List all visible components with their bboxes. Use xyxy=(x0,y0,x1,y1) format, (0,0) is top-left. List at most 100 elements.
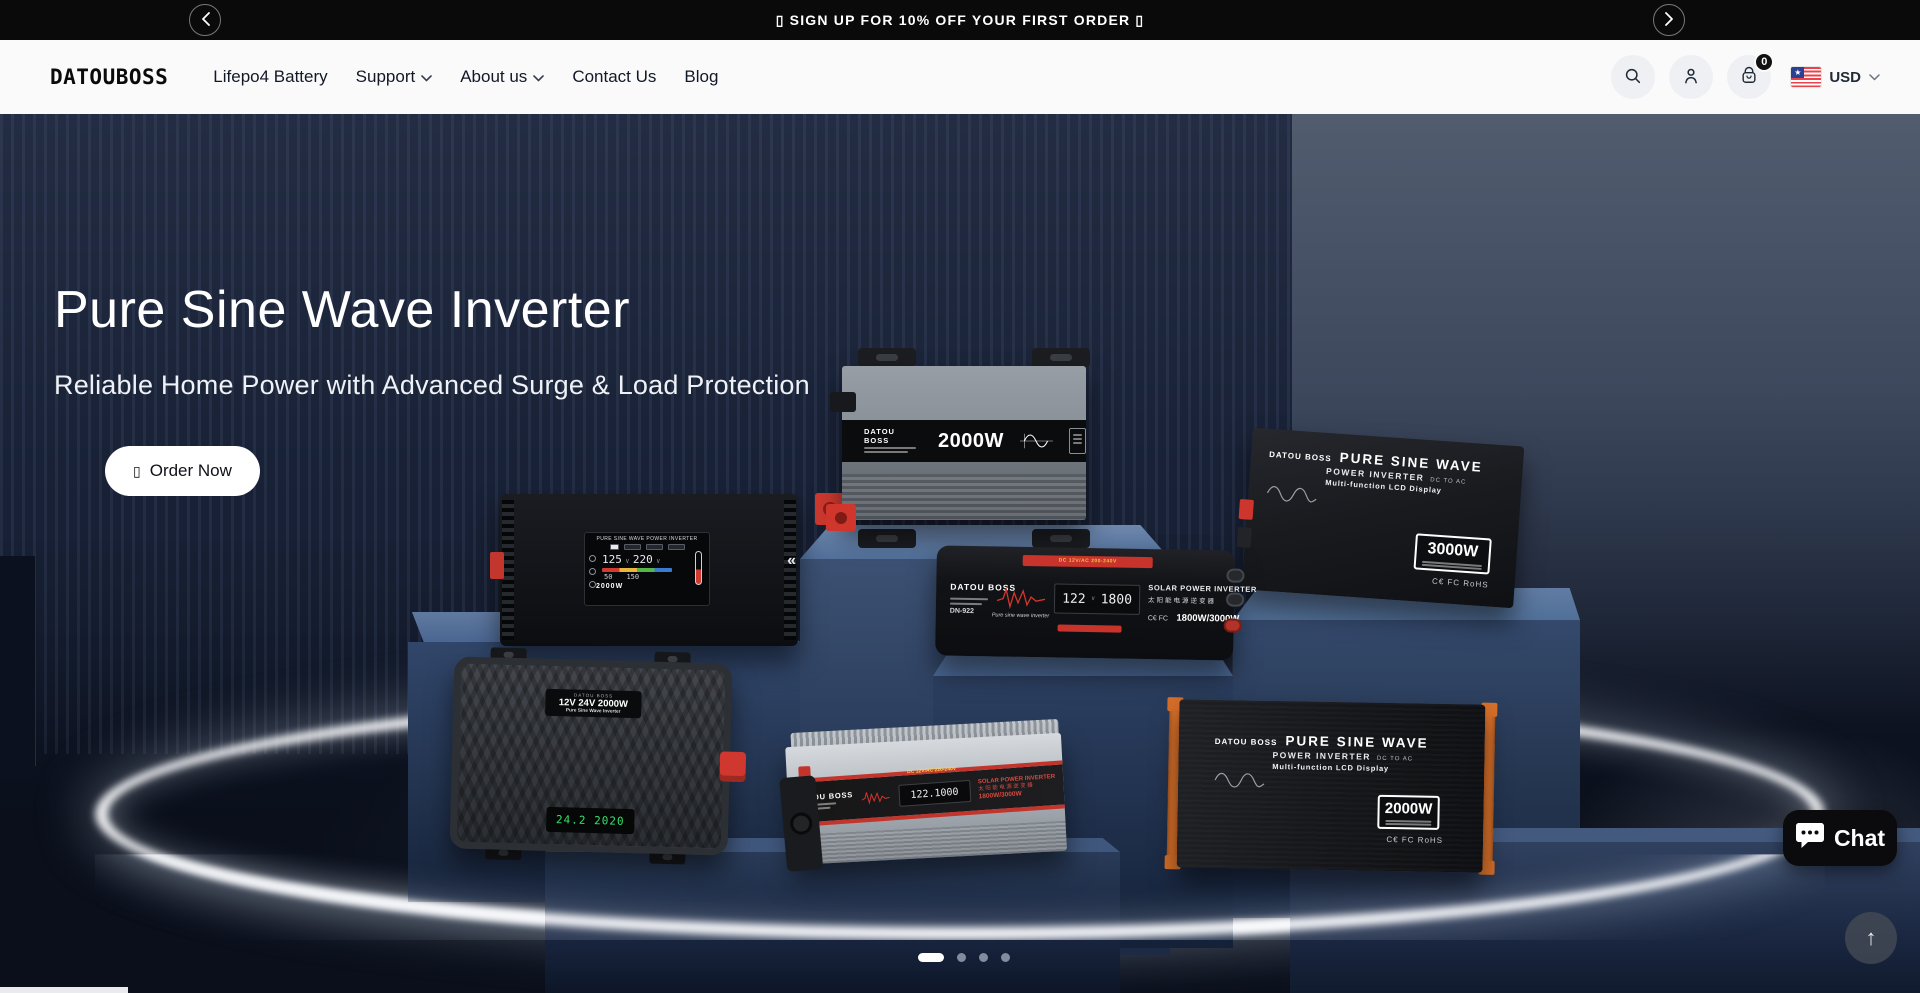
headline: PURE SINE WAVE xyxy=(1285,733,1429,750)
voltage-unit: V xyxy=(657,559,660,565)
pedestal-far-left xyxy=(0,556,36,766)
search-button[interactable] xyxy=(1611,55,1655,99)
dc-terminal-red xyxy=(1239,499,1254,520)
hero-title: Pure Sine Wave Inverter xyxy=(54,280,810,340)
mounting-bracket xyxy=(858,529,916,548)
brand-block: DATOU BOSS xyxy=(864,427,922,455)
slide-dot-4[interactable] xyxy=(1001,953,1010,962)
product-gray-wall-inverter: DATOU BOSS 2000W xyxy=(828,348,1100,548)
status-icon xyxy=(589,555,596,562)
spec-microtext xyxy=(950,598,988,601)
nav-item-lifepo4-battery[interactable]: Lifepo4 Battery xyxy=(213,67,327,87)
level-bar xyxy=(602,568,672,572)
hero-copy: Pure Sine Wave Inverter Reliable Home Po… xyxy=(54,280,810,401)
label-block: DATOU BOSS PURE SINE WAVE POWER INVERTER… xyxy=(1266,445,1483,516)
dc-connector-red xyxy=(719,751,746,782)
nav-label: About us xyxy=(460,67,527,87)
flag-star: ★ xyxy=(1791,67,1804,78)
nav-item-blog[interactable]: Blog xyxy=(684,67,718,87)
site-logo[interactable]: DATOUBOSS xyxy=(50,65,168,89)
model-number: DN-922 xyxy=(950,608,974,615)
inverter-body: DATOU BOSS PURE SINE WAVE POWER INVERTER… xyxy=(1177,699,1486,872)
order-button-icon: ▯ xyxy=(133,463,141,480)
cert-microtext xyxy=(1073,434,1082,436)
nav-item-support[interactable]: Support xyxy=(356,67,433,87)
ac-terminal xyxy=(1226,568,1244,582)
power-rating: 2000W xyxy=(938,430,1004,453)
chevron-down-icon xyxy=(533,67,544,87)
chevron-right-icon xyxy=(1665,12,1674,29)
voltage-stripe: DC 12V/AC 200-240V xyxy=(1023,555,1153,568)
status-icon xyxy=(589,568,596,575)
chat-bubble-icon xyxy=(1795,822,1825,854)
cart-button[interactable]: 0 xyxy=(1727,55,1771,99)
display-voltage: 122 xyxy=(1062,591,1086,606)
product-line: SOLAR POWER INVERTER xyxy=(1148,583,1257,594)
product-rugged-inverter: DATOU BOSS 12V 24V 2000W Pure Sine Wave … xyxy=(450,656,733,855)
thermometer-gauge xyxy=(695,551,702,585)
chat-label: Chat xyxy=(1834,825,1885,852)
end-cap-mark: « xyxy=(787,552,796,570)
lcd-display: PURE SINE WAVE POWER INVERTER 125 V 220 xyxy=(584,532,710,606)
feature-label: Multi-function LCD Display xyxy=(1272,762,1428,774)
scroll-to-top-button[interactable]: ↑ xyxy=(1845,912,1897,964)
slide-dot-2[interactable] xyxy=(957,953,966,962)
lcd-display: 122.1000 xyxy=(898,780,971,807)
power-rating: 2000W xyxy=(1385,800,1433,818)
announcement-prev-button[interactable] xyxy=(189,4,221,36)
power-rating-box: 2000W xyxy=(1377,795,1440,830)
slide-dot-3[interactable] xyxy=(979,953,988,962)
display-unit: V xyxy=(1092,596,1095,602)
terminal-ring xyxy=(835,512,847,524)
search-icon xyxy=(1623,66,1643,89)
led-display: 24.2 2020 xyxy=(546,807,635,834)
slideshow-pagination xyxy=(918,953,1010,962)
inverter-body: PURE SINE WAVE POWER INVERTER 125 V 220 xyxy=(500,494,798,646)
power-rating: 2000W xyxy=(590,583,704,590)
nav-label: Support xyxy=(356,67,416,87)
sine-wave-icon xyxy=(1020,429,1053,453)
announcement-next-button[interactable] xyxy=(1653,4,1685,36)
label-band: DC 12V/AC 220-240V DATOU BOSS 122.1000 S… xyxy=(787,760,1065,827)
cert-microtext xyxy=(1073,438,1082,440)
lcd-display: 122 V 1800 xyxy=(1054,583,1141,614)
status-icons xyxy=(589,555,596,588)
currency-label: USD xyxy=(1829,69,1861,86)
nav-item-about-us[interactable]: About us xyxy=(460,67,544,87)
dc-terminal-black xyxy=(830,392,856,412)
spec-microtext xyxy=(864,451,908,453)
chevron-left-icon xyxy=(201,12,210,29)
chat-button[interactable]: Chat xyxy=(1783,810,1897,866)
label-block: DATOU BOSS PURE SINE WAVE POWER INVERTER… xyxy=(1214,732,1429,792)
power-rating-box: 3000W xyxy=(1413,533,1491,574)
product-black-3000w-inverter: DATOU BOSS PURE SINE WAVE POWER INVERTER… xyxy=(1242,428,1525,609)
product-solar-inverter: DC 12V/AC 200-240V DATOU BOSS DN-922 Pur… xyxy=(935,545,1235,660)
dc-ac-label: DC TO AC xyxy=(1430,477,1466,486)
frequency-readout: 50 150 xyxy=(590,573,704,581)
slide-dot-1[interactable] xyxy=(918,953,944,962)
subline: POWER INVERTER xyxy=(1272,750,1371,762)
currency-selector[interactable]: ★ USD xyxy=(1791,67,1880,87)
right-label-block: SOLAR POWER INVERTER 太阳能电源逆变器 1800W/3000… xyxy=(978,774,1056,802)
mounting-bracket xyxy=(1032,529,1090,548)
account-button[interactable] xyxy=(1669,55,1713,99)
display-title: PURE SINE WAVE POWER INVERTER xyxy=(590,536,704,542)
mounting-bracket xyxy=(858,348,916,367)
certifications: C€ FC RoHS xyxy=(1432,577,1489,590)
cooling-fins xyxy=(842,474,1086,520)
cert-marks: C€ FC xyxy=(1148,615,1168,622)
order-now-button[interactable]: ▯ Order Now xyxy=(105,446,260,496)
dc-ac-label: DC TO AC xyxy=(1377,756,1413,763)
header-actions: 0 ★ USD xyxy=(1597,55,1880,99)
red-sine-wave-icon xyxy=(861,786,891,808)
brand-label: DATOU BOSS xyxy=(1215,737,1278,747)
voltage-stripe: DC 12V/AC 220-240V xyxy=(877,764,987,778)
nav-item-contact-us[interactable]: Contact Us xyxy=(572,67,656,87)
nav-label: Contact Us xyxy=(572,67,656,87)
usb-port xyxy=(624,544,641,550)
display-power: 1800 xyxy=(1101,592,1133,608)
main-nav: Lifepo4 Battery Support About us Contact… xyxy=(213,67,718,87)
frequency-value: 50 xyxy=(604,573,612,581)
site-header: DATOUBOSS Lifepo4 Battery Support About … xyxy=(0,40,1920,114)
label-band: DATOU BOSS 2000W xyxy=(842,420,1086,462)
